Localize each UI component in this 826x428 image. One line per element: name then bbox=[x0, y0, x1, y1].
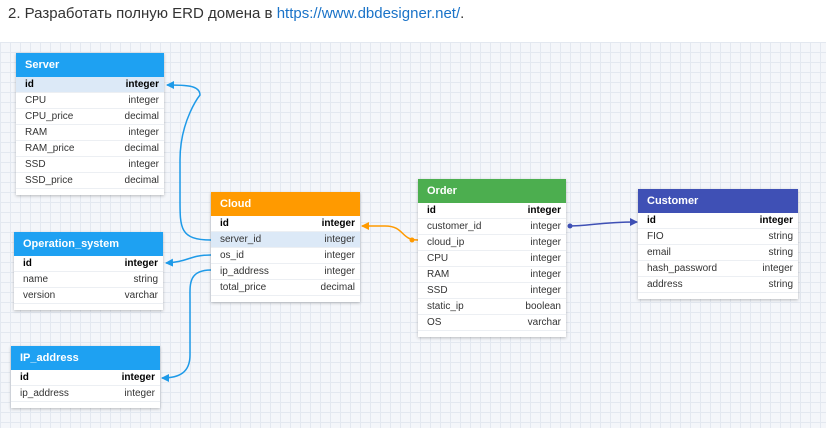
table-row: id integer bbox=[418, 203, 566, 219]
heading-period: . bbox=[460, 5, 465, 22]
table-ip-address[interactable]: IP_address id integer ip_address integer bbox=[11, 346, 160, 408]
heading-text: 2. Разработать полную ERD домена в bbox=[8, 5, 277, 22]
table-row: CPU integer bbox=[418, 251, 566, 267]
table-cloud[interactable]: Cloud id integer server_id integer os_id in… bbox=[211, 192, 360, 302]
table-row: static_ip boolean bbox=[418, 299, 566, 315]
table-row: FIO string bbox=[638, 229, 798, 245]
table-row: server_id integer bbox=[211, 232, 360, 248]
table-row: SSD integer bbox=[16, 157, 164, 173]
table-header: Operation_system bbox=[14, 232, 163, 256]
dbdesigner-link[interactable]: https://www.dbdesigner.net/ bbox=[277, 5, 460, 22]
table-row: ip_address integer bbox=[211, 264, 360, 280]
table-row: id integer bbox=[14, 256, 163, 272]
table-customer[interactable]: Customer id integer FIO string email string… bbox=[638, 189, 798, 299]
table-server[interactable]: Server id integer CPU integer CPU_price dec… bbox=[16, 53, 164, 195]
table-row: address string bbox=[638, 277, 798, 293]
table-row: name string bbox=[14, 272, 163, 288]
table-row: ip_address integer bbox=[11, 386, 160, 402]
table-row: RAM_price decimal bbox=[16, 141, 164, 157]
table-row: RAM integer bbox=[418, 267, 566, 283]
table-row: os_id integer bbox=[211, 248, 360, 264]
table-row: id integer bbox=[211, 216, 360, 232]
table-header: Cloud bbox=[211, 192, 360, 216]
task-heading: 2. Разработать полную ERD домена в https… bbox=[8, 3, 464, 25]
table-header: Customer bbox=[638, 189, 798, 213]
table-row: version varchar bbox=[14, 288, 163, 304]
table-header: IP_address bbox=[11, 346, 160, 370]
table-header: Server bbox=[16, 53, 164, 77]
table-row: SSD_price decimal bbox=[16, 173, 164, 189]
table-row: OS varchar bbox=[418, 315, 566, 331]
table-row: id integer bbox=[16, 77, 164, 93]
table-row: CPU integer bbox=[16, 93, 164, 109]
table-row: CPU_price decimal bbox=[16, 109, 164, 125]
table-row: SSD integer bbox=[418, 283, 566, 299]
table-row: hash_password integer bbox=[638, 261, 798, 277]
table-header: Order bbox=[418, 179, 566, 203]
table-row: id integer bbox=[11, 370, 160, 386]
table-row: customer_id integer bbox=[418, 219, 566, 235]
table-row: id integer bbox=[638, 213, 798, 229]
table-row: total_price decimal bbox=[211, 280, 360, 296]
table-row: RAM integer bbox=[16, 125, 164, 141]
table-order[interactable]: Order id integer customer_id integer cloud… bbox=[418, 179, 566, 337]
table-row: cloud_ip integer bbox=[418, 235, 566, 251]
table-row: email string bbox=[638, 245, 798, 261]
table-operation-system[interactable]: Operation_system id integer name string ve… bbox=[14, 232, 163, 310]
